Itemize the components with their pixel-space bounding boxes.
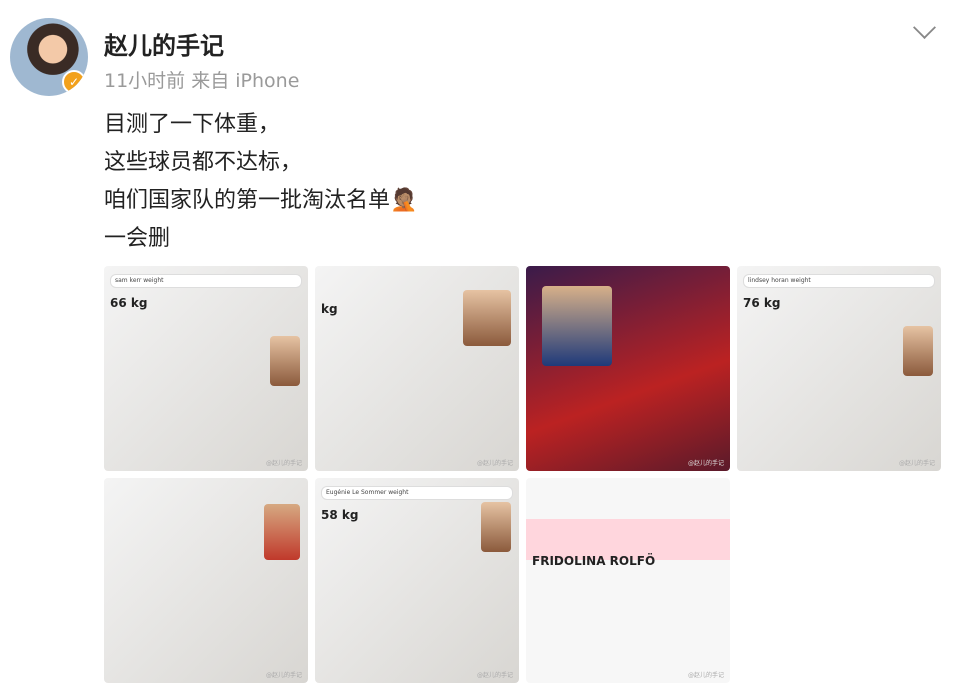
image-thumb[interactable]: @赵儿的手记: [104, 478, 308, 683]
watermark: @赵儿的手记: [898, 460, 935, 467]
post-line: 这些球员都不达标，: [104, 150, 303, 175]
search-query: Eugénie Le Sommer weight: [321, 486, 513, 500]
post-meta: 11小时前 来自 iPhone: [104, 70, 300, 92]
post-line: 一会删: [104, 226, 171, 251]
weight-value: 76 kg: [743, 296, 781, 310]
post-line: 咱们国家队的第一批淘汰名单🤦🏽: [104, 188, 418, 213]
player-photo: [903, 326, 933, 376]
search-query: lindsey horan weight: [743, 274, 935, 288]
player-photo: [463, 290, 511, 346]
image-thumb[interactable]: FRIDOLINA ROLFÖ @赵儿的手记: [526, 478, 730, 683]
watermark: @赵儿的手记: [265, 672, 302, 679]
chevron-down-icon[interactable]: [913, 16, 936, 39]
verified-badge-icon: ✓: [62, 70, 86, 94]
watermark: @赵儿的手记: [265, 460, 302, 467]
image-thumb[interactable]: sam kerr weight 66 kg @赵儿的手记: [104, 266, 308, 471]
player-photo: [264, 504, 300, 560]
weight-value: 66 kg: [110, 296, 148, 310]
post-username[interactable]: 赵儿的手记: [104, 26, 224, 61]
image-thumb[interactable]: kg @赵儿的手记: [315, 266, 519, 471]
watermark: @赵儿的手记: [476, 460, 513, 467]
post-body: 目测了一下体重， 这些球员都不达标， 咱们国家队的第一批淘汰名单🤦🏽 一会删: [104, 106, 417, 258]
player-photo: [542, 286, 612, 366]
image-thumb[interactable]: Eugénie Le Sommer weight 58 kg @赵儿的手记: [315, 478, 519, 683]
search-query: sam kerr weight: [110, 274, 302, 288]
watermark: @赵儿的手记: [476, 672, 513, 679]
player-photo: [481, 502, 511, 552]
watermark: @赵儿的手记: [687, 460, 724, 467]
watermark: @赵儿的手记: [687, 672, 724, 679]
image-thumb[interactable]: @赵儿的手记: [526, 266, 730, 471]
player-photo: [270, 336, 300, 386]
post-line: 目测了一下体重，: [104, 112, 281, 137]
image-thumb[interactable]: lindsey horan weight 76 kg @赵儿的手记: [737, 266, 941, 471]
avatar[interactable]: ✓: [10, 18, 88, 96]
player-name: FRIDOLINA ROLFÖ: [532, 554, 656, 568]
